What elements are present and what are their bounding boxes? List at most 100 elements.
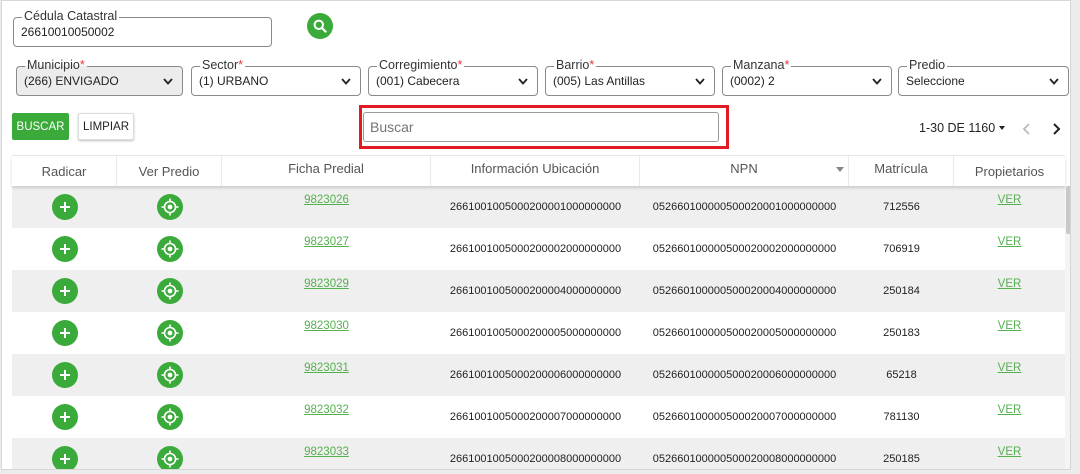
header-npn-label: NPN: [730, 161, 758, 176]
search-cedula-button[interactable]: [307, 13, 333, 39]
corregimiento-select[interactable]: Corregimiento* (001) Cabecera: [368, 58, 538, 96]
matricula-cell: 250185: [883, 453, 920, 465]
ubicacion-cell: 2661001005000200005000000000: [449, 327, 622, 339]
sector-value: (1) URBANO: [199, 74, 269, 88]
crosshair-icon: [161, 198, 178, 216]
search-panel: Cédula Catastral 26610010050002 Municipi…: [1, 0, 1071, 470]
crosshair-icon: [161, 282, 178, 300]
cedula-catastral-field[interactable]: Cédula Catastral 26610010050002: [13, 9, 272, 47]
npn-cell: 052660100000500020004000000000: [652, 285, 837, 297]
chevron-down-icon: [518, 78, 528, 85]
header-radicar[interactable]: Radicar: [12, 156, 117, 186]
barrio-value: (005) Las Antillas: [553, 74, 646, 88]
npn-cell: 052660100000500020002000000000: [652, 243, 837, 255]
ver-propietarios-link[interactable]: VER: [998, 278, 1022, 290]
cedula-catastral-value[interactable]: 26610010050002: [21, 25, 114, 39]
magnifier-icon: [313, 19, 327, 33]
add-radicar-button[interactable]: [51, 278, 78, 304]
npn-cell: 052660100000500020008000000000: [652, 453, 837, 465]
plus-icon: [59, 370, 70, 380]
ver-propietarios-link[interactable]: VER: [998, 320, 1022, 332]
crosshair-icon: [161, 450, 178, 468]
add-radicar-button[interactable]: [51, 194, 78, 220]
ficha-predial-link[interactable]: 9823027: [304, 236, 349, 248]
matricula-cell: 712556: [883, 201, 920, 213]
table-row: 9823027 2661001005000200002000000000 052…: [12, 228, 1065, 270]
caret-down-icon: [999, 126, 1006, 130]
add-radicar-button[interactable]: [51, 236, 78, 262]
plus-icon: [59, 454, 70, 464]
sector-label: Sector*: [200, 58, 246, 72]
header-ver-predio[interactable]: Ver Predio: [117, 156, 222, 186]
locate-predio-button[interactable]: [156, 446, 183, 469]
ver-propietarios-link[interactable]: VER: [998, 362, 1022, 374]
locate-predio-button[interactable]: [156, 362, 183, 388]
table-row: 9823031 2661001005000200006000000000 052…: [12, 354, 1065, 396]
plus-icon: [59, 412, 70, 422]
sector-select[interactable]: Sector* (1) URBANO: [191, 58, 361, 96]
predio-label: Predio: [907, 58, 948, 72]
table-row: 9823030 2661001005000200005000000000 052…: [12, 312, 1065, 354]
table-scrollbar[interactable]: [1065, 186, 1070, 469]
pager-range-text: 1-30 DE 1160: [919, 121, 996, 135]
ficha-predial-link[interactable]: 9823029: [304, 278, 349, 290]
ficha-predial-link[interactable]: 9823033: [304, 446, 349, 458]
ficha-predial-link[interactable]: 9823030: [304, 320, 349, 332]
chevron-right-icon[interactable]: [1049, 120, 1063, 138]
chevron-down-icon: [163, 78, 173, 85]
municipio-select[interactable]: Municipio* (266) ENVIGADO: [16, 58, 183, 96]
crosshair-icon: [161, 366, 178, 384]
ubicacion-cell: 2661001005000200002000000000: [449, 243, 622, 255]
header-npn[interactable]: NPN: [640, 156, 849, 186]
cedula-catastral-label: Cédula Catastral: [22, 9, 120, 23]
chevron-left-icon[interactable]: [1020, 120, 1034, 138]
sort-desc-icon: [836, 167, 844, 172]
locate-predio-button[interactable]: [156, 404, 183, 430]
scrollbar-thumb[interactable]: [1066, 186, 1070, 234]
header-informacion-ubicacion[interactable]: Información Ubicación: [431, 156, 640, 186]
locate-predio-button[interactable]: [156, 236, 183, 262]
header-matricula[interactable]: Matrícula: [849, 156, 954, 186]
buscar-button[interactable]: BUSCAR: [12, 113, 69, 140]
manzana-select[interactable]: Manzana* (0002) 2: [722, 58, 892, 96]
locate-predio-button[interactable]: [156, 194, 183, 220]
ver-propietarios-link[interactable]: VER: [998, 446, 1022, 458]
ficha-predial-link[interactable]: 9823032: [304, 404, 349, 416]
locate-predio-button[interactable]: [156, 278, 183, 304]
limpiar-button[interactable]: LIMPIAR: [78, 113, 134, 140]
header-propietarios[interactable]: Propietarios: [954, 156, 1065, 186]
add-radicar-button[interactable]: [51, 320, 78, 346]
ficha-predial-link[interactable]: 9823031: [304, 362, 349, 374]
table-search-input[interactable]: [363, 112, 719, 142]
predio-select[interactable]: Predio Seleccione: [898, 58, 1069, 96]
matricula-cell: 250183: [883, 327, 920, 339]
ubicacion-cell: 2661001005000200006000000000: [449, 369, 622, 381]
chevron-down-icon: [872, 78, 882, 85]
add-radicar-button[interactable]: [51, 404, 78, 430]
plus-icon: [59, 244, 70, 254]
matricula-cell: 65218: [886, 369, 917, 381]
matricula-cell: 706919: [883, 243, 920, 255]
ubicacion-cell: 2661001005000200008000000000: [449, 453, 622, 465]
add-radicar-button[interactable]: [51, 362, 78, 388]
table-row: 9823033 2661001005000200008000000000 052…: [12, 438, 1065, 469]
barrio-select[interactable]: Barrio* (005) Las Antillas: [545, 58, 715, 96]
locate-predio-button[interactable]: [156, 320, 183, 346]
table-body: 9823026 2661001005000200001000000000 052…: [12, 186, 1065, 469]
ver-propietarios-link[interactable]: VER: [998, 236, 1022, 248]
ver-propietarios-link[interactable]: VER: [998, 194, 1022, 206]
predio-value: Seleccione: [906, 74, 965, 88]
chevron-down-icon: [1049, 78, 1059, 85]
municipio-label: Municipio*: [25, 58, 87, 72]
npn-cell: 052660100000500020006000000000: [652, 369, 837, 381]
table-header: Radicar Ver Predio Ficha Predial Informa…: [12, 155, 1065, 186]
header-ficha-predial[interactable]: Ficha Predial: [222, 156, 431, 186]
corregimiento-value: (001) Cabecera: [376, 74, 460, 88]
add-radicar-button[interactable]: [51, 446, 78, 469]
table-row: 9823032 2661001005000200007000000000 052…: [12, 396, 1065, 438]
ficha-predial-link[interactable]: 9823026: [304, 194, 349, 206]
ver-propietarios-link[interactable]: VER: [998, 404, 1022, 416]
crosshair-icon: [161, 408, 178, 426]
npn-cell: 052660100000500020001000000000: [652, 201, 837, 213]
pager-range-selector[interactable]: 1-30 DE 1160: [919, 121, 1006, 135]
